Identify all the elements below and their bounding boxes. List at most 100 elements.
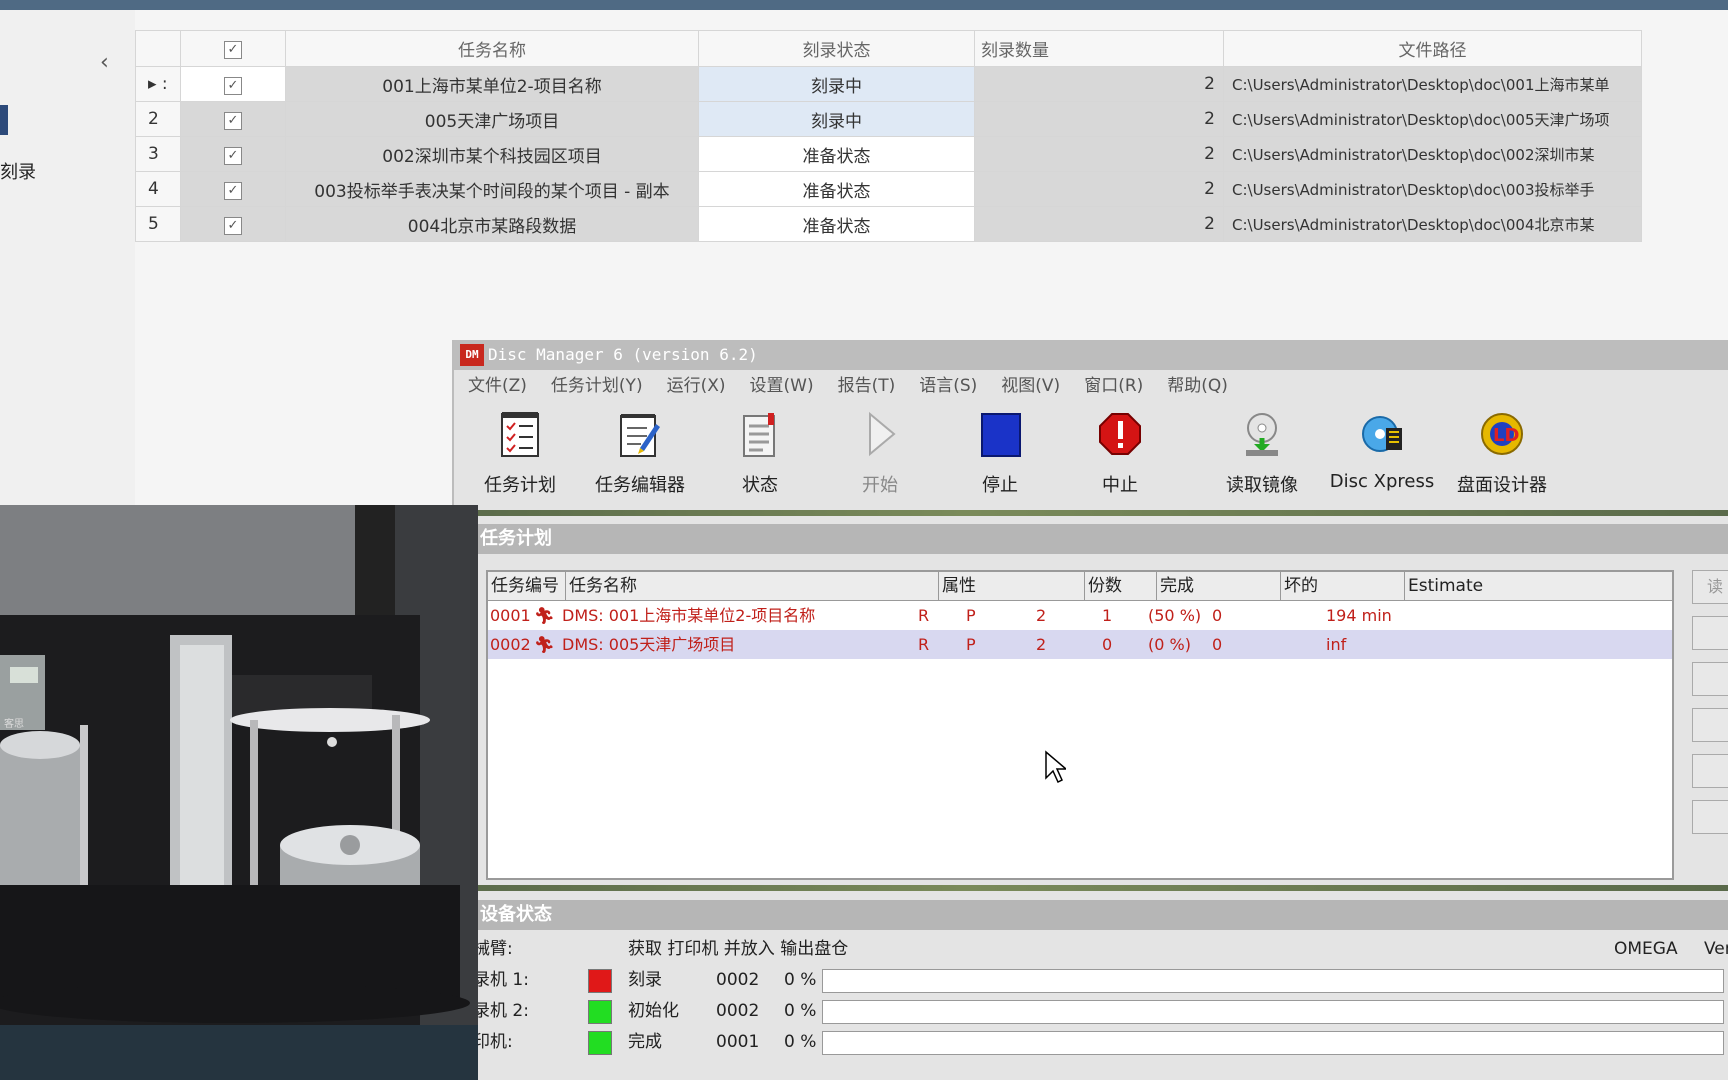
read-image-button[interactable]: 读取镜像 (1202, 410, 1322, 497)
file-path-cell: C:\Users\Administrator\Desktop\doc\003投标… (1223, 171, 1642, 207)
disc-designer-label: 盘面设计器 (1457, 475, 1547, 496)
select-all-checkbox[interactable]: ✓ (180, 30, 286, 67)
task-name-cell: 001上海市某单位2-项目名称 (285, 66, 699, 102)
disc-xpress-label: Disc Xpress (1329, 471, 1435, 492)
running-man-icon: 🏃︎ (534, 635, 555, 654)
device-percent: 0 % (784, 1001, 817, 1021)
menu-view[interactable]: 视图(V) (1001, 370, 1060, 402)
side-button[interactable] (1692, 800, 1728, 834)
nav-item-burn[interactable]: 刻录 (0, 158, 36, 184)
job-attr-r: R (918, 606, 930, 625)
job-row[interactable]: 0001 🏃︎ DMS: 001上海市某单位2-项目名称 R P 2 1 (50 %) 0 194… (488, 601, 1672, 630)
row-index: 2 (135, 101, 181, 137)
menu-run[interactable]: 运行(X) (667, 370, 726, 402)
job-copies: 2 (1036, 635, 1047, 654)
menu-window[interactable]: 窗口(R) (1084, 370, 1143, 402)
menu-settings[interactable]: 设置(W) (750, 370, 814, 402)
disc-xpress-button[interactable]: Disc Xpress (1322, 410, 1442, 492)
device-status-lamp (588, 1031, 612, 1055)
task-name-cell: 003投标举手表决某个时间段的某个项目 - 副本 (285, 171, 699, 207)
job-id-header[interactable]: 任务编号 (488, 572, 566, 600)
count-column-header[interactable]: 刻录数量 (974, 30, 1224, 67)
photo-printed-label: 客思 (4, 717, 24, 730)
task-name-cell: 005天津广场项目 (285, 101, 699, 137)
row-checkbox[interactable]: ✓ (180, 66, 286, 102)
job-row[interactable]: 0002 🏃︎ DMS: 005天津广场项目 R P 2 0 (0 %) 0 inf (488, 630, 1672, 659)
arm-status-row: 机械臂: 获取 打印机 并放入 输出盘仓 OMEGA Ver (454, 935, 1728, 963)
job-bad: 0 (1212, 606, 1223, 625)
disc-designer-icon: LD (1481, 413, 1523, 455)
dm-menu-bar: 文件(Z) 任务计划(Y) 运行(X) 设置(W) 报告(T) 语言(S) 视图… (454, 370, 1728, 402)
start-button[interactable]: 开始 (820, 410, 940, 497)
row-index: ▸ : (135, 66, 181, 102)
menu-language[interactable]: 语言(S) (919, 370, 977, 402)
device-percent: 0 % (784, 970, 817, 990)
arm-status-text: 获取 打印机 并放入 输出盘仓 (628, 939, 849, 959)
task-name-cell: 002深圳市某个科技园区项目 (285, 136, 699, 172)
dm-logo-icon: DM (460, 344, 484, 366)
device-state: 初始化 (628, 1001, 679, 1021)
path-column-header[interactable]: 文件路径 (1223, 30, 1642, 67)
side-button[interactable] (1692, 616, 1728, 650)
disc-manager-window: DM Disc Manager 6 (version 6.2) 文件(Z) 任务计… (452, 340, 1728, 1080)
job-editor-button[interactable]: 任务编辑器 (580, 410, 700, 497)
side-button[interactable] (1692, 708, 1728, 742)
table-row[interactable]: ▸ : ✓ 001上海市某单位2-项目名称 刻录中 2 C:\Users\Administ… (135, 66, 1642, 102)
menu-report[interactable]: 报告(T) (838, 370, 896, 402)
burn-status-cell: 准备状态 (698, 136, 975, 172)
abort-button[interactable]: 中止 (1060, 410, 1180, 497)
read-image-icon (1246, 413, 1278, 456)
job-plan-label: 任务计划 (484, 475, 556, 496)
stop-icon (981, 413, 1021, 457)
job-name: DMS: 001上海市某单位2-项目名称 (562, 606, 816, 625)
status-button[interactable]: 状态 (700, 410, 820, 497)
burn-status-cell: 刻录中 (698, 66, 975, 102)
device-progress-bar (822, 969, 1724, 993)
burn-count-cell: 2 (974, 171, 1224, 207)
job-bad-header[interactable]: 坏的 (1281, 572, 1405, 600)
row-checkbox[interactable]: ✓ (180, 136, 286, 172)
stop-button[interactable]: 停止 (940, 410, 1060, 497)
chevron-left-icon[interactable]: ‹ (100, 50, 109, 75)
mouse-cursor-icon (1045, 750, 1066, 784)
job-plan-icon (501, 412, 539, 457)
job-name: DMS: 005天津广场项目 (562, 635, 736, 654)
status-column-header[interactable]: 刻录状态 (698, 30, 975, 67)
file-path-cell: C:\Users\Administrator\Desktop\doc\001上海… (1223, 66, 1642, 102)
disc-publisher-illustration: 客思 (0, 505, 478, 1080)
toolbar-separator (454, 510, 1728, 516)
job-done-header[interactable]: 完成 (1157, 572, 1281, 600)
burn-status-cell: 准备状态 (698, 171, 975, 207)
job-name-header[interactable]: 任务名称 (566, 572, 939, 600)
menu-job-plan[interactable]: 任务计划(Y) (551, 370, 643, 402)
job-done-percent: (50 %) (1148, 606, 1202, 625)
job-done-percent: (0 %) (1148, 635, 1191, 654)
read-side-button[interactable]: 读 (1692, 570, 1728, 604)
name-column-header[interactable]: 任务名称 (285, 30, 699, 67)
side-button[interactable] (1692, 662, 1728, 696)
panel-separator (454, 885, 1728, 891)
table-row[interactable]: 5 ✓ 004北京市某路段数据 准备状态 2 C:\Users\Administrator… (135, 206, 1642, 242)
row-checkbox[interactable]: ✓ (180, 101, 286, 137)
task-name-cell: 004北京市某路段数据 (285, 206, 699, 242)
job-attr-r: R (918, 635, 930, 654)
device-job-id: 0002 (716, 970, 760, 990)
table-row[interactable]: 3 ✓ 002深圳市某个科技园区项目 准备状态 2 C:\Users\Administra… (135, 136, 1642, 172)
job-id: 0001 (490, 606, 531, 625)
file-path-cell: C:\Users\Administrator\Desktop\doc\004北京… (1223, 206, 1642, 242)
device-state: 刻录 (628, 970, 662, 990)
menu-help[interactable]: 帮助(Q) (1167, 370, 1228, 402)
table-row[interactable]: 2 ✓ 005天津广场项目 刻录中 2 C:\Users\Administrator\De… (135, 101, 1642, 137)
burn-icon[interactable] (0, 105, 8, 135)
job-copies-header[interactable]: 份数 (1085, 572, 1157, 600)
side-button[interactable] (1692, 754, 1728, 788)
grid-header-row: ✓ 任务名称 刻录状态 刻录数量 文件路径 (135, 30, 1642, 67)
menu-file[interactable]: 文件(Z) (468, 370, 527, 402)
row-checkbox[interactable]: ✓ (180, 171, 286, 207)
job-plan-button[interactable]: 任务计划 (460, 410, 580, 497)
job-estimate-header[interactable]: Estimate (1405, 572, 1668, 600)
job-attr-header[interactable]: 属性 (939, 572, 1085, 600)
row-checkbox[interactable]: ✓ (180, 206, 286, 242)
disc-designer-button[interactable]: LD 盘面设计器 (1442, 410, 1562, 497)
table-row[interactable]: 4 ✓ 003投标举手表决某个时间段的某个项目 - 副本 准备状态 2 C:\Users\… (135, 171, 1642, 207)
